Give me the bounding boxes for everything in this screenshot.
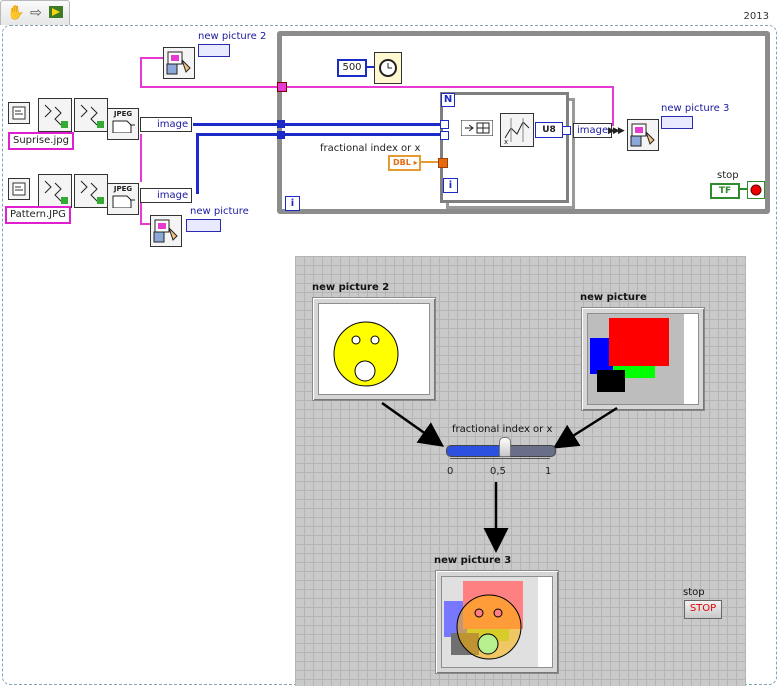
image-wire bbox=[196, 134, 199, 194]
svg-text:x: x bbox=[504, 138, 508, 146]
stop-panel-label: stop bbox=[683, 587, 705, 598]
slider-label: fractional index or x bbox=[452, 424, 553, 435]
slider-tick-mid: 0,5 bbox=[490, 466, 506, 477]
dbl-tunnel bbox=[438, 158, 448, 168]
stop-button[interactable]: STOP bbox=[684, 600, 722, 619]
new-picture-label: new picture bbox=[190, 206, 249, 217]
wait-ms-icon[interactable] bbox=[374, 52, 402, 84]
u8-conversion[interactable]: U8 bbox=[535, 122, 563, 138]
path-constant-icon[interactable] bbox=[8, 102, 30, 124]
version-label: 2013 bbox=[741, 11, 771, 22]
loop-condition-icon[interactable] bbox=[747, 181, 765, 199]
new-picture-terminal-icon[interactable] bbox=[186, 219, 221, 232]
bundle-arrows-icon: ▶▶▶ bbox=[608, 126, 625, 136]
slider-tick-1: 1 bbox=[545, 466, 552, 477]
draw-picture-icon[interactable] bbox=[163, 47, 195, 79]
fractional-index-diagram-label: fractional index or x bbox=[320, 143, 421, 154]
slider-fill bbox=[447, 446, 507, 456]
path-constant-suprise[interactable]: Suprise.jpg bbox=[8, 132, 74, 150]
while-iteration-terminal: i bbox=[285, 196, 300, 211]
slider-scale bbox=[450, 458, 550, 465]
slider-tick-0: 0 bbox=[447, 466, 454, 477]
slider-thumb[interactable] bbox=[499, 437, 512, 457]
index-array-icon[interactable] bbox=[460, 119, 494, 137]
tunnel-picture bbox=[277, 82, 287, 92]
stop-terminal[interactable]: TF bbox=[710, 183, 740, 199]
new-picture-2-terminal-icon[interactable] bbox=[198, 44, 230, 57]
output-tunnel bbox=[562, 126, 571, 135]
fractional-index-terminal[interactable]: DBL ▸ bbox=[388, 155, 421, 171]
new-picture-2-label: new picture 2 bbox=[198, 31, 267, 42]
read-jpeg-icon[interactable]: JPEG bbox=[107, 108, 139, 140]
image-cluster-2: image bbox=[140, 188, 193, 203]
new-picture-3-label: new picture 3 bbox=[661, 103, 730, 114]
picture-wire bbox=[140, 57, 142, 87]
run-icon[interactable] bbox=[47, 4, 65, 22]
interpolate-array-icon[interactable]: x bbox=[500, 113, 534, 147]
path-constant-icon[interactable] bbox=[8, 178, 30, 200]
blended-picture bbox=[442, 577, 552, 667]
picture3-display[interactable] bbox=[435, 570, 559, 674]
tunnel-image bbox=[277, 131, 285, 139]
picture3-canvas bbox=[441, 576, 553, 668]
build-path-icon[interactable] bbox=[38, 98, 72, 132]
read-jpeg-icon[interactable]: JPEG bbox=[107, 183, 139, 215]
picture3-label: new picture 3 bbox=[434, 555, 512, 566]
path-constant-pattern[interactable]: Pattern.JPG bbox=[5, 206, 71, 224]
build-path-icon[interactable] bbox=[38, 174, 72, 208]
stop-diagram-label: stop bbox=[717, 170, 739, 181]
strip-path-icon[interactable] bbox=[74, 174, 108, 208]
image-cluster-1: image bbox=[140, 117, 193, 132]
draw-picture-icon[interactable] bbox=[627, 119, 659, 151]
loop-count-terminal: N bbox=[441, 93, 455, 107]
draw-picture-icon[interactable] bbox=[150, 215, 182, 247]
arrow-icon[interactable]: ⇨ bbox=[27, 4, 45, 22]
strip-path-icon[interactable] bbox=[74, 98, 108, 132]
tunnel-image bbox=[277, 120, 285, 128]
for-iteration-terminal: i bbox=[443, 178, 458, 193]
hand-tool-icon[interactable]: ✋ bbox=[7, 4, 25, 22]
new-picture-3-terminal-icon[interactable] bbox=[661, 116, 693, 129]
wait-constant[interactable]: 500 bbox=[337, 59, 367, 77]
autoindex-tunnel bbox=[440, 120, 449, 129]
picture-wire bbox=[140, 134, 142, 182]
autoindex-tunnel bbox=[440, 131, 449, 140]
image-cluster-3: image bbox=[573, 123, 613, 138]
toolbar: ✋ ⇨ bbox=[0, 0, 70, 25]
picture-wire bbox=[140, 57, 164, 59]
